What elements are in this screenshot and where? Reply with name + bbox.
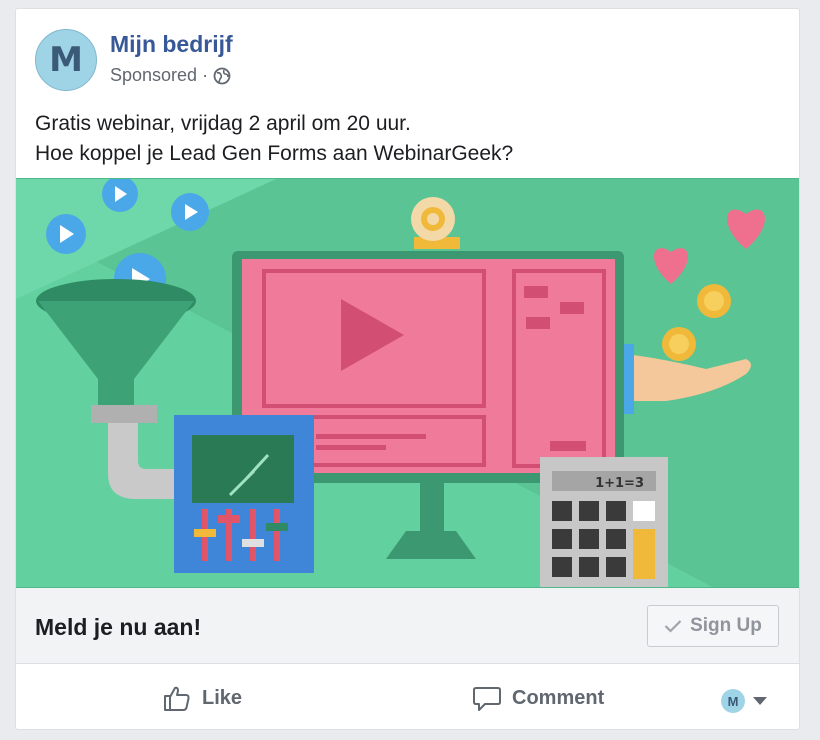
sign-up-button[interactable]: Sign Up	[647, 605, 779, 647]
page-name-link[interactable]: Mijn bedrijf	[110, 31, 233, 58]
sign-up-label: Sign Up	[690, 615, 762, 636]
page-avatar[interactable]: M	[35, 29, 97, 91]
user-avatar: M	[721, 689, 745, 713]
post-as-menu[interactable]: M	[721, 689, 767, 713]
like-button[interactable]: Like	[162, 683, 242, 713]
meta-separator: ·	[202, 65, 209, 85]
post-meta: Sponsored ·	[110, 65, 231, 86]
ad-image[interactable]: 1+1=3	[16, 178, 799, 588]
post-text-line-1: Gratis webinar, vrijdag 2 april om 20 uu…	[35, 112, 411, 135]
comment-label: Comment	[512, 686, 605, 709]
post-actions: Like Comment M	[16, 665, 799, 729]
cta-headline: Meld je nu aan!	[35, 614, 202, 640]
caret-down-icon	[753, 697, 767, 705]
mixer-icon	[174, 415, 314, 573]
sponsored-post-card: M Mijn bedrijf Sponsored · Gratis webina…	[15, 8, 800, 730]
webinar-illustration: 1+1=3	[16, 179, 799, 587]
comment-icon	[473, 687, 501, 711]
post-message: Gratis webinar, vrijdag 2 april om 20 uu…	[35, 109, 513, 169]
globe-icon[interactable]	[213, 67, 231, 85]
calculator-icon: 1+1=3	[540, 457, 668, 587]
calculator-display: 1+1=3	[595, 476, 644, 491]
like-label: Like	[202, 686, 243, 709]
comment-button[interactable]: Comment	[472, 683, 604, 713]
sponsored-label[interactable]: Sponsored	[110, 65, 197, 86]
check-icon	[664, 620, 682, 633]
cta-bar: Meld je nu aan! Sign Up	[16, 588, 799, 664]
thumbs-up-icon	[164, 686, 190, 711]
post-text-line-2: Hoe koppel je Lead Gen Forms aan Webinar…	[35, 142, 514, 165]
